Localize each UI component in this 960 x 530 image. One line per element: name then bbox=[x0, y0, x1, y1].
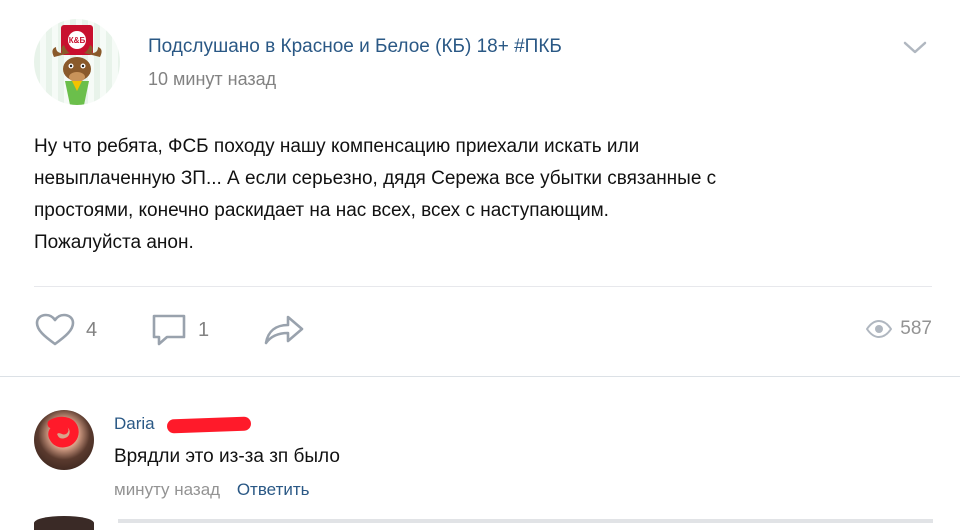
reply-button[interactable]: Ответить bbox=[237, 480, 310, 499]
comment-time[interactable]: минуту назад bbox=[114, 480, 220, 499]
comment-meta: минуту назад Ответить bbox=[114, 480, 310, 500]
comment-count: 1 bbox=[198, 318, 210, 341]
post-text-line: Пожалуйста анон. bbox=[34, 232, 194, 253]
share-button[interactable] bbox=[262, 312, 306, 348]
avatar-censor-mark bbox=[47, 416, 79, 448]
moose-logo-icon: К&Б bbox=[52, 25, 102, 105]
post-text-line: невыплаченную ЗП... А если серьезно, дяд… bbox=[34, 168, 717, 189]
comment-text: Врядли это из-за зп было bbox=[114, 446, 340, 467]
censor-scribble bbox=[166, 416, 252, 434]
group-avatar[interactable]: К&Б bbox=[34, 19, 120, 105]
views-counter: 587 bbox=[866, 318, 932, 340]
post-text-line: Ну что ребята, ФСБ походу нашу компенсац… bbox=[34, 136, 640, 157]
eye-icon bbox=[866, 320, 893, 338]
views-count: 587 bbox=[900, 318, 932, 339]
heart-icon bbox=[35, 313, 75, 346]
post-header: К&Б Подслушано в Красное и Белое (КБ) 18… bbox=[0, 0, 960, 120]
post-actions: 4 1 587 bbox=[0, 300, 960, 360]
post-text-line: простоями, конечно раскидает на нас всех… bbox=[34, 200, 609, 221]
next-comment-avatar bbox=[34, 516, 94, 530]
like-count: 4 bbox=[86, 318, 98, 341]
like-button[interactable]: 4 bbox=[34, 312, 97, 348]
comment-button[interactable]: 1 bbox=[150, 312, 209, 348]
commenter-avatar[interactable] bbox=[34, 410, 94, 470]
comment-icon bbox=[152, 314, 186, 346]
comments-divider bbox=[0, 376, 960, 377]
post-text: Ну что ребята, ФСБ походу нашу компенсац… bbox=[34, 131, 914, 259]
group-name-link[interactable]: Подслушано в Красное и Белое (КБ) 18+ #П… bbox=[148, 36, 562, 58]
logo-text: К&Б bbox=[69, 36, 86, 45]
post-time[interactable]: 10 минут назад bbox=[148, 69, 276, 90]
post-divider bbox=[34, 286, 932, 287]
next-comment-input bbox=[118, 519, 933, 523]
comment-author-name: Daria bbox=[114, 414, 155, 433]
chevron-down-icon[interactable] bbox=[903, 40, 927, 56]
share-icon bbox=[264, 315, 304, 345]
